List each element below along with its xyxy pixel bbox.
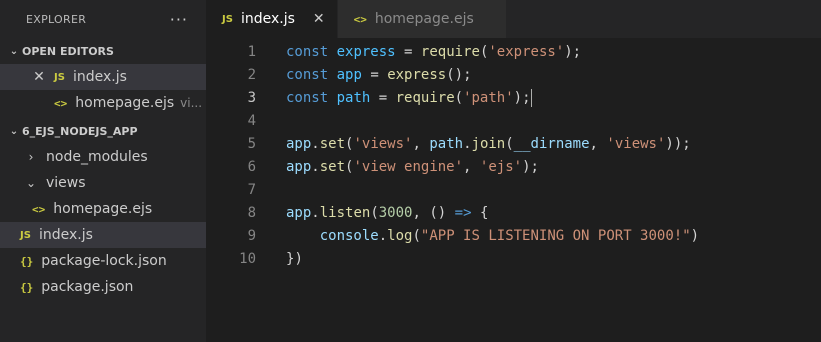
- explorer-sidebar: EXPLORER ··· ⌄ OPEN EDITORS ✕ JS index.j…: [0, 0, 206, 342]
- tree-folder-node-modules[interactable]: › node_modules: [0, 144, 206, 170]
- code-line[interactable]: 5 app.set('views', path.join(__dirname, '…: [206, 133, 821, 156]
- code-text: const express = require('express');: [286, 44, 582, 60]
- line-number: 5: [247, 136, 256, 152]
- ejs-file-icon: <>: [353, 12, 367, 26]
- tree-item-label: index.js: [38, 227, 93, 243]
- code-text: const app = express();: [286, 67, 472, 83]
- open-editor-label: homepage.ejs: [75, 95, 175, 111]
- code-text: }): [286, 251, 303, 267]
- code-line[interactable]: 8 app.listen(3000, () => {: [206, 202, 821, 225]
- code-line[interactable]: 9 console.log("APP IS LISTENING ON PORT …: [206, 225, 821, 248]
- project-section[interactable]: ⌄ 6_EJS_NODEJS_APP: [0, 118, 206, 144]
- code-text: app.listen(3000, () => {: [286, 205, 489, 221]
- code-editor[interactable]: 1 const express = require('express'); 2 con…: [206, 38, 821, 271]
- line-number: 7: [247, 182, 256, 198]
- tree-file-package-json[interactable]: {} package.json: [0, 274, 206, 300]
- project-label: 6_EJS_NODEJS_APP: [22, 124, 138, 138]
- more-actions-icon[interactable]: ···: [170, 10, 188, 29]
- line-number: 3: [247, 90, 256, 106]
- tree-item-label: package.json: [41, 279, 134, 295]
- code-text: console.log("APP IS LISTENING ON PORT 30…: [319, 228, 700, 244]
- open-editors-section[interactable]: ⌄ OPEN EDITORS: [0, 38, 206, 64]
- chevron-down-icon: ⌄: [25, 176, 37, 190]
- close-icon[interactable]: ✕: [32, 69, 46, 85]
- code-text: const path = require('path');: [286, 89, 532, 107]
- code-line[interactable]: 2 const app = express();: [206, 64, 821, 87]
- line-number: 9: [247, 228, 256, 244]
- tree-folder-views[interactable]: ⌄ views: [0, 170, 206, 196]
- js-file-icon: JS: [222, 13, 233, 25]
- text-cursor: [530, 89, 532, 107]
- code-line[interactable]: 3 const path = require('path');: [206, 87, 821, 110]
- open-editor-item-homepage-ejs[interactable]: <> homepage.ejs vi...: [0, 90, 206, 116]
- tree-file-homepage-ejs[interactable]: <> homepage.ejs: [0, 196, 206, 222]
- js-file-icon: JS: [54, 71, 65, 83]
- ejs-file-icon: <>: [32, 202, 46, 216]
- open-editors-label: OPEN EDITORS: [22, 44, 114, 58]
- open-editor-item-index-js[interactable]: ✕ JS index.js: [0, 64, 206, 90]
- tree-item-label: views: [46, 175, 86, 191]
- code-line[interactable]: 1 const express = require('express');: [206, 41, 821, 64]
- js-file-icon: JS: [20, 229, 31, 241]
- code-line[interactable]: 4: [206, 110, 821, 133]
- code-line[interactable]: 10}): [206, 248, 821, 271]
- line-number: 1: [247, 44, 256, 60]
- line-number: 8: [247, 205, 256, 221]
- json-file-icon: {}: [20, 280, 34, 294]
- line-number: 10: [239, 251, 256, 267]
- ejs-file-icon: <>: [54, 96, 68, 110]
- tab-label: index.js: [240, 11, 295, 27]
- open-editor-folder-desc: vi...: [180, 96, 203, 110]
- open-editor-label: index.js: [72, 69, 127, 85]
- tree-item-label: homepage.ejs: [53, 201, 153, 217]
- chevron-down-icon: ⌄: [9, 45, 19, 57]
- line-number: 2: [247, 67, 256, 83]
- code-text: app.set('view engine', 'ejs');: [286, 159, 539, 175]
- editor-tabs: JS index.js ✕ <> homepage.ejs: [206, 0, 821, 38]
- json-file-icon: {}: [20, 254, 34, 268]
- tree-file-package-lock-json[interactable]: {} package-lock.json: [0, 248, 206, 274]
- code-line[interactable]: 7: [206, 179, 821, 202]
- tab-label: homepage.ejs: [374, 11, 474, 27]
- chevron-down-icon: ⌄: [9, 125, 19, 137]
- line-number: 6: [247, 159, 256, 175]
- tree-item-label: node_modules: [46, 149, 148, 165]
- close-icon[interactable]: ✕: [313, 11, 325, 27]
- tree-item-label: package-lock.json: [41, 253, 167, 269]
- explorer-title: EXPLORER: [26, 12, 87, 26]
- tab-index-js[interactable]: JS index.js ✕: [206, 0, 338, 38]
- code-text: app.set('views', path.join(__dirname, 'v…: [286, 136, 691, 152]
- tab-homepage-ejs[interactable]: <> homepage.ejs: [337, 0, 507, 38]
- chevron-right-icon: ›: [28, 150, 34, 164]
- explorer-header: EXPLORER ···: [0, 0, 206, 38]
- editor-area: JS index.js ✕ <> homepage.ejs 1 const exp…: [206, 0, 821, 342]
- tree-file-index-js[interactable]: JS index.js: [0, 222, 206, 248]
- code-line[interactable]: 6 app.set('view engine', 'ejs');: [206, 156, 821, 179]
- line-number: 4: [247, 113, 256, 129]
